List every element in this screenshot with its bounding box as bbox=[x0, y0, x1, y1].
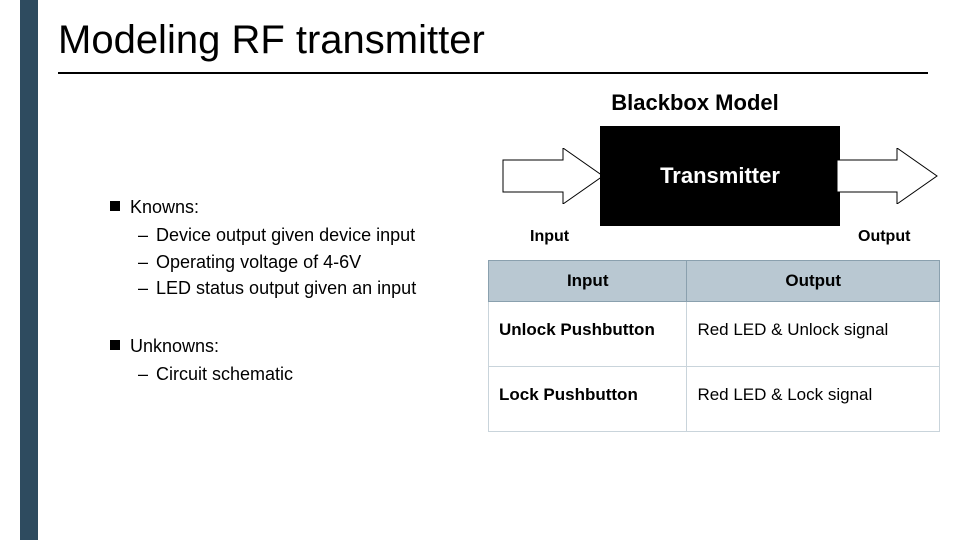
io-table: Input Output Unlock Pushbutton Red LED &… bbox=[488, 260, 940, 432]
arrow-right-icon bbox=[832, 148, 942, 204]
slide: Modeling RF transmitter Knowns: –Device … bbox=[0, 0, 960, 540]
unknowns-heading-row: Unknowns: bbox=[110, 334, 450, 358]
diagram-input-label: Input bbox=[530, 228, 569, 246]
square-bullet-icon bbox=[110, 201, 120, 211]
transmitter-box: Transmitter bbox=[600, 126, 840, 226]
square-bullet-icon bbox=[110, 340, 120, 350]
unknowns-label: Unknowns: bbox=[130, 334, 219, 358]
known-item-text: Device output given device input bbox=[156, 223, 415, 247]
unknown-item-text: Circuit schematic bbox=[156, 362, 293, 386]
blackbox-diagram: Transmitter Input Output bbox=[490, 126, 930, 254]
accent-bar bbox=[20, 0, 38, 540]
table-cell-output: Red LED & Unlock signal bbox=[687, 302, 940, 367]
dash-icon: – bbox=[138, 362, 148, 386]
list-item: –Operating voltage of 4-6V bbox=[138, 250, 450, 274]
list-item: –Circuit schematic bbox=[138, 362, 450, 386]
unknowns-sublist: –Circuit schematic bbox=[138, 362, 450, 386]
table-row: Lock Pushbutton Red LED & Lock signal bbox=[489, 367, 940, 432]
table-cell-input: Unlock Pushbutton bbox=[489, 302, 687, 367]
knowns-heading-row: Knowns: bbox=[110, 195, 450, 219]
table-cell-output: Red LED & Lock signal bbox=[687, 367, 940, 432]
table-header-row: Input Output bbox=[489, 261, 940, 302]
bullet-block: Knowns: –Device output given device inpu… bbox=[110, 195, 450, 389]
dash-icon: – bbox=[138, 276, 148, 300]
transmitter-label: Transmitter bbox=[660, 163, 780, 189]
known-item-text: Operating voltage of 4-6V bbox=[156, 250, 361, 274]
page-title: Modeling RF transmitter bbox=[58, 18, 485, 63]
title-rule bbox=[58, 72, 928, 74]
table-header-output: Output bbox=[687, 261, 940, 302]
table-cell-input: Lock Pushbutton bbox=[489, 367, 687, 432]
knowns-label: Knowns: bbox=[130, 195, 199, 219]
table-row: Unlock Pushbutton Red LED & Unlock signa… bbox=[489, 302, 940, 367]
list-item: –Device output given device input bbox=[138, 223, 450, 247]
arrow-right-icon bbox=[498, 148, 608, 204]
list-item: –LED status output given an input bbox=[138, 276, 450, 300]
dash-icon: – bbox=[138, 223, 148, 247]
known-item-text: LED status output given an input bbox=[156, 276, 416, 300]
table-header-input: Input bbox=[489, 261, 687, 302]
dash-icon: – bbox=[138, 250, 148, 274]
blackbox-heading: Blackbox Model bbox=[605, 90, 785, 116]
unknowns-block: Unknowns: –Circuit schematic bbox=[110, 334, 450, 387]
knowns-sublist: –Device output given device input –Opera… bbox=[138, 223, 450, 300]
diagram-output-label: Output bbox=[858, 228, 910, 246]
